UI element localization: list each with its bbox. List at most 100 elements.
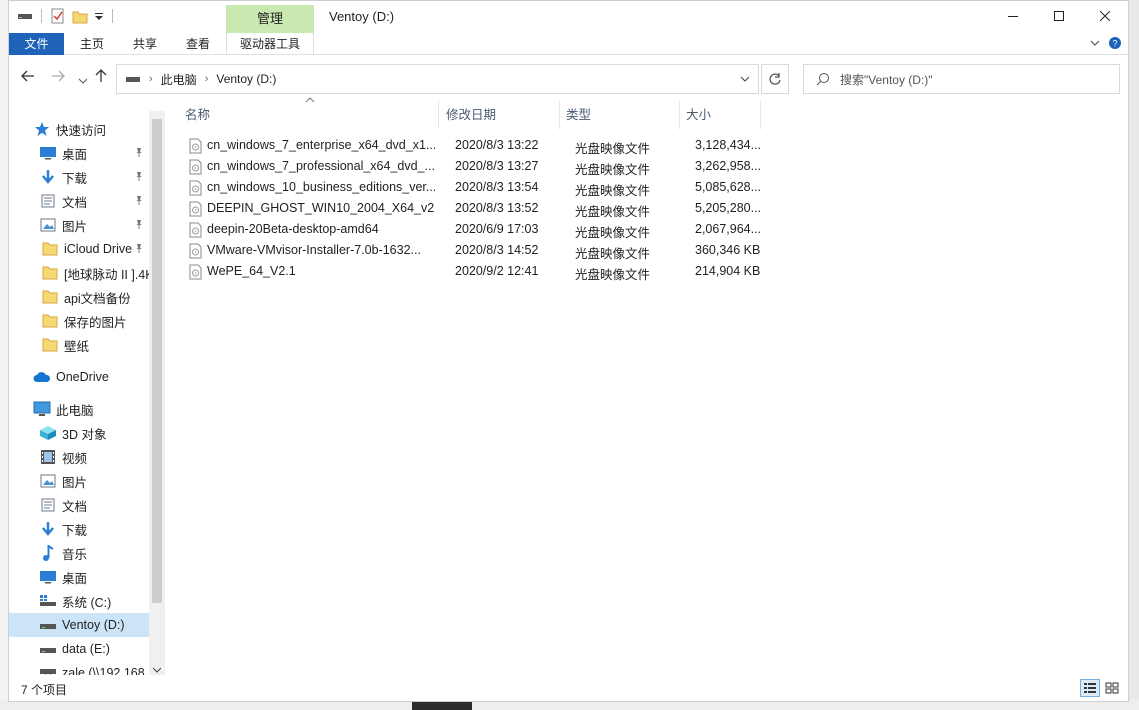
minimize-button[interactable] [990, 1, 1036, 31]
file-row[interactable]: cn_windows_7_enterprise_x64_dvd_x1... 202… [179, 135, 769, 156]
nav-item-label: 文档 [62, 499, 88, 514]
drive-icon [39, 617, 57, 633]
file-row[interactable]: deepin-20Beta-desktop-amd64 2020/6/9 17:0… [179, 219, 769, 240]
customize-toolbar-icon[interactable] [94, 11, 104, 21]
recent-locations-button[interactable] [78, 71, 88, 87]
address-dropdown-icon[interactable] [740, 73, 750, 85]
forward-arrow-icon [52, 70, 65, 82]
nav-item[interactable]: api文档备份 [9, 285, 149, 309]
tab-share[interactable]: 共享 [119, 33, 171, 55]
maximize-button[interactable] [1036, 1, 1082, 31]
nav-item[interactable]: 桌面 [9, 565, 149, 589]
nav-item[interactable]: 系统 (C:) [9, 589, 149, 613]
nav-item[interactable]: 下载 [9, 517, 149, 541]
help-icon[interactable]: ? [1108, 36, 1122, 50]
file-type: 光盘映像文件 [575, 226, 651, 240]
star-icon [33, 121, 51, 137]
tab-drive-tools[interactable]: 驱动器工具 [226, 33, 314, 55]
file-date: 2020/6/9 17:03 [455, 222, 539, 236]
column-header-name[interactable]: 名称 [179, 101, 439, 129]
nav-item[interactable]: 快速访问 [9, 117, 149, 141]
file-row[interactable]: DEEPIN_GHOST_WIN10_2004_X64_v2... 2020/8/… [179, 198, 769, 219]
large-icons-view-button[interactable] [1102, 679, 1122, 697]
drive-icon[interactable] [17, 11, 33, 21]
window-title: Ventoy (D:) [329, 9, 395, 24]
nav-item[interactable]: 壁纸 [9, 333, 149, 357]
nav-item[interactable]: [地球脉动 II ].4K [9, 261, 149, 285]
address-bar[interactable]: › 此电脑 › Ventoy (D:) [116, 64, 759, 94]
nav-item[interactable]: 文档 [9, 493, 149, 517]
file-name: deepin-20Beta-desktop-amd64 [207, 222, 379, 236]
tab-view[interactable]: 查看 [172, 33, 224, 55]
nav-item-label: [地球脉动 II ].4K [64, 267, 149, 282]
nav-item[interactable]: 文档 [9, 189, 149, 213]
close-button[interactable] [1082, 1, 1128, 31]
file-size: 3,262,958... [695, 159, 762, 173]
pin-icon [134, 243, 144, 256]
column-header-type[interactable]: 类型 [560, 101, 680, 129]
video-icon [39, 449, 57, 465]
search-box[interactable]: 搜索"Ventoy (D:)" [803, 64, 1120, 94]
file-date: 2020/8/3 13:52 [455, 201, 539, 215]
file-date: 2020/8/3 13:54 [455, 180, 539, 194]
search-placeholder: 搜索"Ventoy (D:)" [840, 72, 933, 87]
file-row[interactable]: VMware-VMvisor-Installer-7.0b-1632... 202… [179, 240, 769, 261]
nav-item[interactable]: data (E:) [9, 637, 149, 661]
nav-item[interactable]: Ventoy (D:) [9, 613, 149, 637]
cloud-icon [33, 369, 51, 385]
refresh-icon [769, 73, 781, 85]
file-row[interactable]: cn_windows_7_professional_x64_dvd_... 202… [179, 156, 769, 177]
nav-item[interactable]: 视频 [9, 445, 149, 469]
refresh-button[interactable] [761, 64, 789, 94]
breadcrumb-separator-icon[interactable]: › [205, 73, 209, 85]
file-size: 5,085,628... [695, 180, 762, 194]
file-row[interactable]: cn_windows_10_business_editions_ver... 20… [179, 177, 769, 198]
ribbon-right-controls: ? [1090, 36, 1122, 50]
nav-item-label: 此电脑 [56, 403, 94, 418]
nav-item[interactable]: OneDrive [9, 365, 149, 389]
breadcrumb-ventoy[interactable]: Ventoy (D:) [216, 72, 276, 86]
nav-item-label: 音乐 [62, 547, 88, 562]
properties-icon[interactable] [50, 8, 66, 24]
forward-button[interactable] [51, 69, 65, 85]
nav-item[interactable]: 桌面 [9, 141, 149, 165]
nav-item-label: 系统 (C:) [62, 595, 112, 610]
pin-icon [134, 147, 144, 160]
file-type: 光盘映像文件 [575, 205, 651, 219]
breadcrumb-this-pc[interactable]: 此电脑 [161, 71, 197, 88]
disc-image-file-icon [189, 264, 202, 283]
column-header-date[interactable]: 修改日期 [440, 101, 560, 129]
download-icon [39, 169, 57, 185]
new-folder-icon[interactable] [72, 8, 88, 24]
nav-item[interactable]: 下载 [9, 165, 149, 189]
expand-ribbon-icon[interactable] [1090, 39, 1100, 47]
file-row[interactable]: WePE_64_V2.1 2020/9/2 12:41 光盘映像文件 214,904 … [179, 261, 769, 282]
tab-file[interactable]: 文件 [9, 33, 64, 55]
nav-item[interactable]: 3D 对象 [9, 421, 149, 445]
tab-home[interactable]: 主页 [66, 33, 118, 55]
nav-item[interactable]: 此电脑 [9, 397, 149, 421]
scroll-down-icon[interactable] [152, 665, 162, 675]
nav-item[interactable]: 图片 [9, 213, 149, 237]
scrollbar-thumb[interactable] [152, 119, 162, 603]
nav-item-label: 壁纸 [64, 339, 90, 354]
manage-context-tab[interactable]: 管理 [226, 5, 314, 33]
column-header-size[interactable]: 大小 [680, 101, 761, 129]
nav-item-label: 图片 [62, 219, 88, 234]
download-icon [39, 521, 57, 537]
nav-item[interactable]: iCloud Drive [9, 237, 149, 261]
back-button[interactable] [21, 69, 35, 85]
drive-icon [39, 641, 57, 657]
nav-item[interactable]: 图片 [9, 469, 149, 493]
pin-icon [134, 171, 144, 184]
file-type: 光盘映像文件 [575, 268, 651, 282]
breadcrumb-separator-icon[interactable]: › [149, 73, 153, 85]
up-button[interactable] [95, 69, 107, 86]
navigation-scrollbar[interactable] [149, 111, 165, 677]
nav-item[interactable]: 保存的图片 [9, 309, 149, 333]
picture-icon [39, 473, 57, 489]
details-view-button[interactable] [1080, 679, 1100, 697]
nav-item-label: 下载 [62, 523, 88, 538]
nav-item[interactable]: 音乐 [9, 541, 149, 565]
system-drive-icon [39, 593, 57, 609]
